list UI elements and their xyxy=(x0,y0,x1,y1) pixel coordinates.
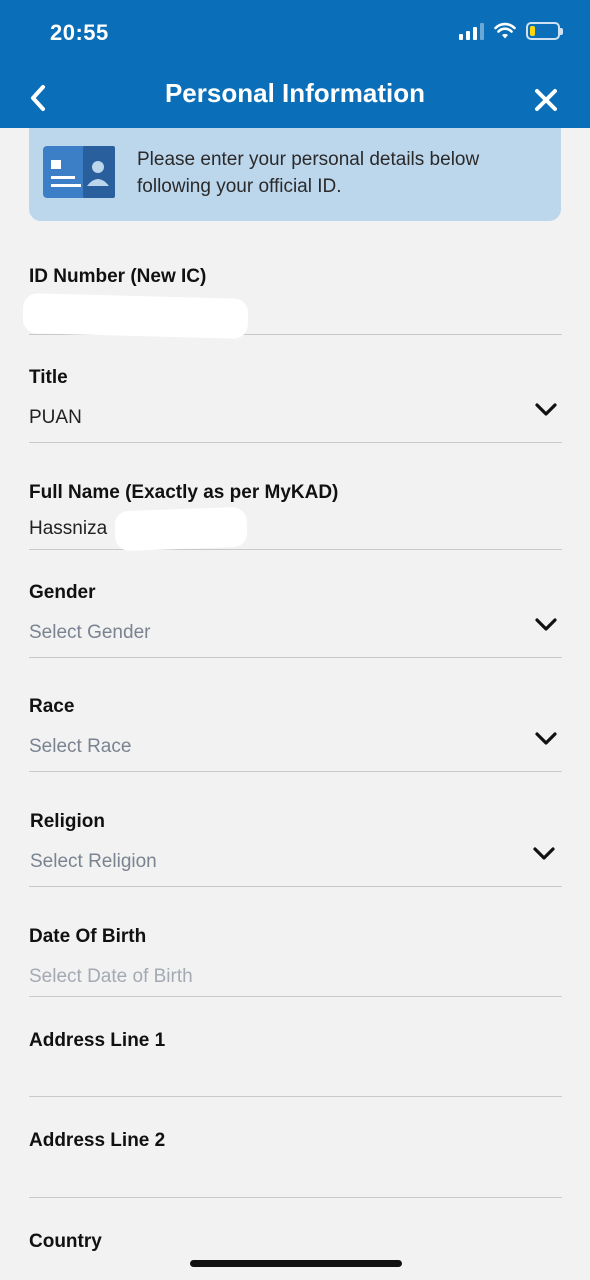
country-field[interactable]: Country xyxy=(29,1225,562,1280)
religion-dropdown[interactable]: Religion Select Religion xyxy=(29,806,562,887)
app-header: 20:55 Personal Information xyxy=(0,0,590,128)
address-line-2-field[interactable]: Address Line 2 xyxy=(29,1124,562,1198)
status-icons xyxy=(459,22,563,40)
title-value: PUAN xyxy=(29,407,82,428)
home-indicator xyxy=(190,1260,402,1267)
redaction-mark xyxy=(22,293,249,339)
id-card-icon xyxy=(43,146,115,198)
race-placeholder: Select Race xyxy=(29,736,132,757)
full-name-field[interactable]: Full Name (Exactly as per MyKAD) Hassniz… xyxy=(29,477,562,552)
chevron-down-icon xyxy=(532,842,556,866)
address-line-2-label: Address Line 2 xyxy=(29,1130,166,1151)
redaction-mark xyxy=(114,506,248,552)
religion-label: Religion xyxy=(30,811,105,832)
info-banner: Please enter your personal details below… xyxy=(29,128,561,221)
country-label: Country xyxy=(29,1231,102,1252)
chevron-down-icon xyxy=(534,727,558,751)
full-name-label: Full Name (Exactly as per MyKAD) xyxy=(29,482,339,503)
dob-placeholder: Select Date of Birth xyxy=(29,966,193,987)
status-time: 20:55 xyxy=(50,20,109,45)
signal-icon xyxy=(459,22,484,40)
gender-label: Gender xyxy=(29,582,96,603)
chevron-down-icon xyxy=(534,613,558,637)
title-label: Title xyxy=(29,367,68,388)
religion-placeholder: Select Religion xyxy=(30,851,157,872)
wifi-icon xyxy=(494,22,516,39)
full-name-value: Hassniza xyxy=(29,518,108,539)
close-button[interactable] xyxy=(526,80,566,120)
dob-label: Date Of Birth xyxy=(29,926,147,947)
id-number-label: ID Number (New IC) xyxy=(29,266,207,287)
chevron-down-icon xyxy=(534,398,558,422)
battery-icon xyxy=(526,22,563,40)
address-line-1-label: Address Line 1 xyxy=(29,1030,166,1051)
race-dropdown[interactable]: Race Select Race xyxy=(29,692,562,772)
address-line-1-field[interactable]: Address Line 1 xyxy=(29,1024,562,1097)
info-text: Please enter your personal details below… xyxy=(137,149,480,197)
page-title: Personal Information xyxy=(164,78,426,108)
title-dropdown[interactable]: Title PUAN xyxy=(29,362,562,443)
gender-placeholder: Select Gender xyxy=(29,622,151,643)
date-of-birth-field[interactable]: Date Of Birth Select Date of Birth xyxy=(29,920,562,997)
close-icon xyxy=(535,89,557,111)
gender-dropdown[interactable]: Gender Select Gender xyxy=(29,577,562,658)
race-label: Race xyxy=(29,696,75,717)
battery-fill xyxy=(530,26,535,36)
id-number-field[interactable]: ID Number (New IC) 112 xyxy=(22,262,562,339)
